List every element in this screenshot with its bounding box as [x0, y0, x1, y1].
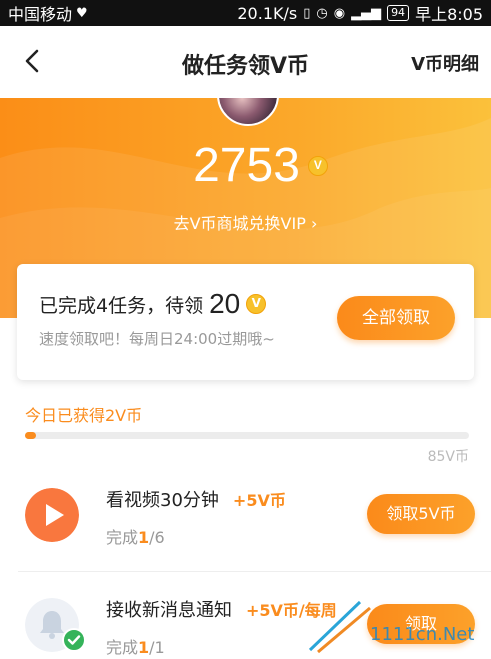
task-progress: 完成1/6 [106, 524, 165, 548]
signal-icon: ▂▄▆ [351, 5, 382, 21]
check-icon [62, 628, 86, 652]
task-progress-label: 完成 [106, 638, 139, 657]
task-progress-done: 1 [138, 638, 150, 657]
vibrate-icon: ▯ [303, 5, 311, 21]
heart-icon: ♥ [76, 5, 88, 21]
watermark-logo: 1111cn.Net [308, 600, 474, 654]
daily-max-label: 85V币 [427, 449, 469, 465]
task-title: 看视频30分钟 +5V币 [106, 486, 286, 512]
svg-text:1111cn.Net: 1111cn.Net [370, 624, 474, 645]
task-progress-label: 完成 [106, 528, 139, 547]
coin-balance-value: 2753 [193, 139, 300, 192]
divider [18, 571, 491, 572]
task-progress-total: /6 [149, 528, 165, 547]
daily-earned-label: 今日已获得2V币 [25, 406, 143, 425]
v-coin-icon: V [246, 294, 267, 314]
network-speed: 20.1K/s [237, 3, 298, 23]
claim-all-button[interactable]: 全部领取 [337, 296, 455, 340]
task-reward: +5V币 [232, 491, 286, 510]
play-icon [25, 488, 79, 542]
nav-bar: 做任务领V币 V币明细 [0, 26, 491, 98]
task-name: 看视频30分钟 [106, 490, 219, 511]
pending-summary: 已完成4任务，待领 20 V [39, 288, 267, 320]
claim-task-button[interactable]: 领取5V币 [367, 494, 475, 534]
eye-icon: ◉ [333, 5, 346, 21]
coin-balance: 2753 V [0, 138, 491, 193]
daily-progress-fill [25, 432, 37, 439]
v-coin-icon: V [307, 155, 328, 176]
coin-detail-link[interactable]: V币明细 [411, 50, 479, 76]
carrier-label: 中国移动 [8, 5, 73, 24]
task-progress-total: /1 [149, 638, 165, 657]
pending-summary-label: 已完成4任务，待领 [39, 294, 204, 317]
daily-progress-bar [25, 432, 469, 439]
exchange-vip-link[interactable]: 去V币商城兑换VIP › [0, 210, 491, 234]
task-name: 接收新消息通知 [106, 600, 232, 621]
exchange-vip-label: 去V币商城兑换VIP [173, 214, 306, 233]
task-progress-done: 1 [138, 528, 150, 547]
status-bar: 中国移动 ♥ 20.1K/s ▯ ◷ ◉ ▂▄▆ 94 早上8:05 [0, 0, 491, 26]
battery-indicator: 94 [387, 5, 410, 21]
expiry-note: 速度领取吧！每周日24:00过期哦~ [39, 330, 275, 348]
task-progress: 完成1/1 [106, 634, 165, 658]
chevron-right-icon: › [310, 214, 318, 233]
pending-rewards-card: 已完成4任务，待领 20 V 速度领取吧！每周日24:00过期哦~ 全部领取 [17, 264, 474, 380]
clock: 早上8:05 [415, 5, 483, 24]
alarm-icon: ◷ [316, 5, 328, 21]
task-row: 看视频30分钟 +5V币 完成1/6 领取5V币 [0, 472, 491, 560]
pending-amount: 20 [209, 288, 241, 319]
